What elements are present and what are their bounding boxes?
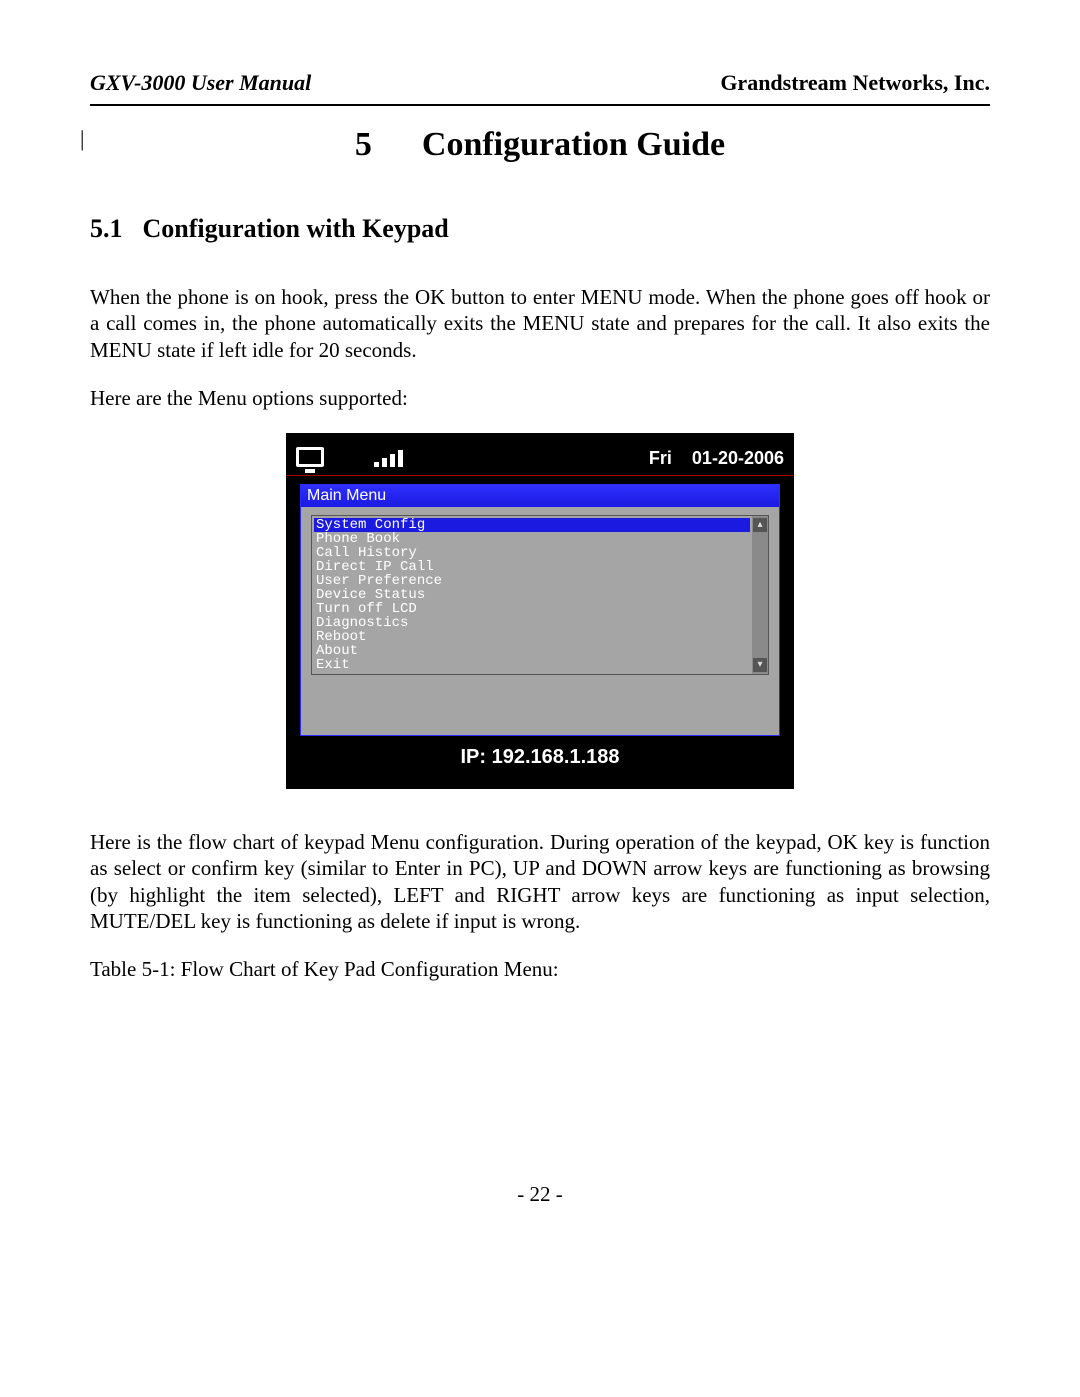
menu-item[interactable]: Direct IP Call <box>314 560 750 574</box>
menu-item[interactable]: System Config <box>314 518 750 532</box>
signal-icon <box>374 449 404 467</box>
header-left: GXV-3000 User Manual <box>90 70 311 96</box>
phone-screen: Fri 01-20-2006 Main Menu System ConfigPh… <box>286 433 794 789</box>
menu-item[interactable]: Exit <box>314 658 750 672</box>
menu-list[interactable]: System ConfigPhone BookCall HistoryDirec… <box>312 516 752 674</box>
status-day: Fri <box>649 448 672 469</box>
header-rule <box>90 104 990 106</box>
paragraph-intro-1: When the phone is on hook, press the OK … <box>90 284 990 363</box>
scrollbar[interactable]: ▴ ▾ <box>752 516 768 674</box>
menu-item[interactable]: Diagnostics <box>314 616 750 630</box>
menu-item[interactable]: About <box>314 644 750 658</box>
phone-status-bar: Fri 01-20-2006 <box>286 447 794 476</box>
edit-cursor-icon: | <box>80 126 84 152</box>
menu-window: Main Menu System ConfigPhone BookCall Hi… <box>300 484 780 736</box>
section-title: 5.1 Configuration with Keypad <box>90 214 990 244</box>
section-name: Configuration with Keypad <box>143 214 449 243</box>
menu-item[interactable]: User Preference <box>314 574 750 588</box>
paragraph-flowchart: Here is the flow chart of keypad Menu co… <box>90 829 990 934</box>
chapter-name: Configuration Guide <box>422 126 725 163</box>
page-header: GXV-3000 User Manual Grandstream Network… <box>90 70 990 102</box>
menu-item[interactable]: Turn off LCD <box>314 602 750 616</box>
chapter-number: 5 <box>355 126 372 163</box>
header-right: Grandstream Networks, Inc. <box>720 70 990 96</box>
status-date: 01-20-2006 <box>692 448 784 469</box>
phone-ip-label: IP: 192.168.1.188 <box>286 746 794 769</box>
menu-title: Main Menu <box>301 485 779 507</box>
section-number: 5.1 <box>90 214 123 243</box>
page-number: - 22 - <box>90 1182 990 1207</box>
chapter-title: 5 Configuration Guide <box>90 126 990 164</box>
menu-item[interactable]: Reboot <box>314 630 750 644</box>
monitor-icon <box>296 447 324 469</box>
scroll-down-icon[interactable]: ▾ <box>753 658 767 672</box>
menu-item[interactable]: Call History <box>314 546 750 560</box>
table-caption: Table 5-1: Flow Chart of Key Pad Configu… <box>90 956 990 982</box>
paragraph-intro-2: Here are the Menu options supported: <box>90 385 990 411</box>
menu-item[interactable]: Device Status <box>314 588 750 602</box>
menu-item[interactable]: Phone Book <box>314 532 750 546</box>
scroll-up-icon[interactable]: ▴ <box>753 518 767 532</box>
